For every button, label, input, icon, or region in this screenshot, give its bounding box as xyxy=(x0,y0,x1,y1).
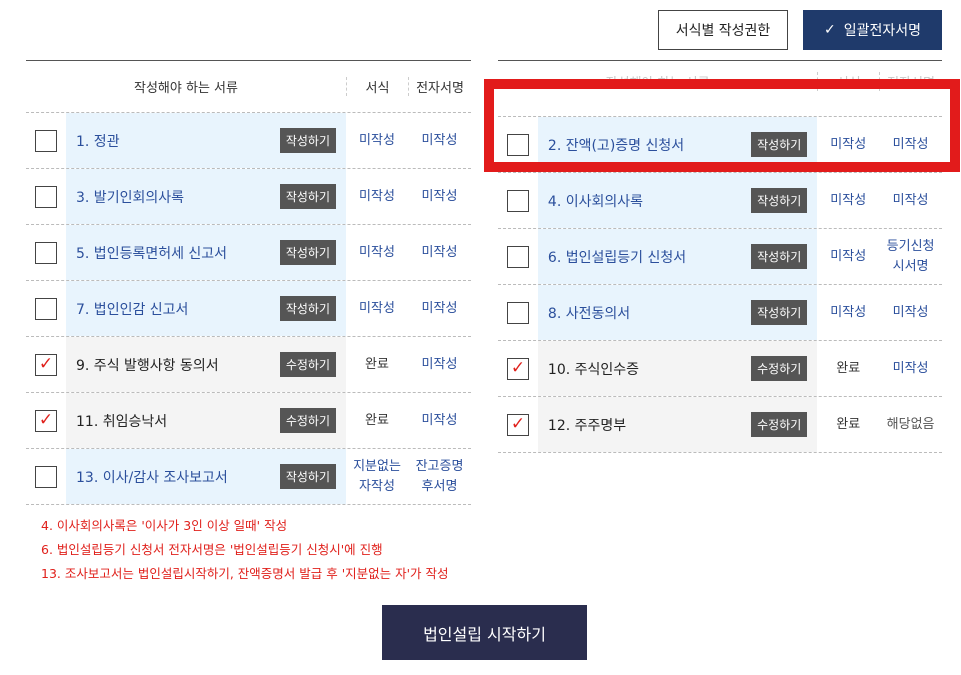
document-title[interactable]: 9. 주식 발행사항 동의서 xyxy=(76,355,219,375)
row-checkbox[interactable] xyxy=(35,465,57,488)
write-button[interactable]: 작성하기 xyxy=(751,188,808,213)
table-row: 6. 법인설립등기 신청서 작성하기 미작성 등기신청 시서명 xyxy=(498,229,942,285)
note-line: 13. 조사보고서는 법인설립시작하기, 잔액증명서 발급 후 '지분없는 자'… xyxy=(41,566,449,581)
write-button[interactable]: 작성하기 xyxy=(279,184,336,209)
edit-button[interactable]: 수정하기 xyxy=(751,356,808,381)
table-row: ✓ 12. 주주명부 수정하기 완료 해당없음 xyxy=(498,397,942,453)
write-button[interactable]: 작성하기 xyxy=(751,300,808,325)
notes: 4. 이사회의사록은 '이사가 3인 이상 일때' 작성 6. 법인설립등기 신… xyxy=(41,514,449,586)
form-status: 완료 xyxy=(365,356,389,372)
table-row: 8. 사전동의서 작성하기 미작성 미작성 xyxy=(498,285,942,341)
header-documents: 작성해야 하는 서류 xyxy=(134,81,238,96)
table-row: 13. 이사/감사 조사보고서 작성하기 지분없는 자작성 잔고증명 후서명 xyxy=(26,449,471,505)
edit-button[interactable]: 수정하기 xyxy=(279,408,336,433)
table-row: 3. 발기인회의사록 작성하기 미작성 미작성 xyxy=(26,169,471,225)
row-checkbox-checked[interactable]: ✓ xyxy=(35,409,57,432)
checkmark-icon: ✓ xyxy=(510,358,526,378)
table-row: 7. 법인인감 신고서 작성하기 미작성 미작성 xyxy=(26,281,471,337)
left-document-table: 작성해야 하는 서류 서식 전자서명 1. 정관 작성하기 미작성 미작성 3.… xyxy=(26,60,471,505)
table-row: ✓ 11. 취임승낙서 수정하기 완료 미작성 xyxy=(26,393,471,449)
sign-status: 미작성 xyxy=(892,192,929,208)
document-title[interactable]: 1. 정관 xyxy=(76,131,120,151)
start-incorporation-button[interactable]: 법인설립 시작하기 xyxy=(382,605,587,660)
document-title[interactable]: 8. 사전동의서 xyxy=(548,303,630,323)
write-button[interactable]: 작성하기 xyxy=(279,240,336,265)
write-button[interactable]: 작성하기 xyxy=(279,296,336,321)
form-status: 미작성 xyxy=(359,300,395,316)
form-status: 완료 xyxy=(836,360,861,376)
table-row: ✓ 9. 주식 발행사항 동의서 수정하기 완료 미작성 xyxy=(26,337,471,393)
sign-status: 미작성 xyxy=(892,360,929,376)
table-row: ✓ 10. 주식인수증 수정하기 완료 미작성 xyxy=(498,341,942,397)
form-status: 미작성 xyxy=(359,132,395,148)
edit-button[interactable]: 수정하기 xyxy=(279,352,336,377)
form-status: 완료 xyxy=(836,416,861,432)
checkmark-icon: ✓ xyxy=(38,354,54,374)
form-permission-button[interactable]: 서식별 작성권한 xyxy=(658,10,788,50)
top-toolbar: 서식별 작성권한 ✓ 일괄전자서명 xyxy=(658,10,942,50)
note-line: 6. 법인설립등기 신청서 전자서명은 '법인설립등기 신청시'에 진행 xyxy=(41,542,383,557)
row-checkbox[interactable] xyxy=(35,241,57,264)
document-title[interactable]: 13. 이사/감사 조사보고서 xyxy=(76,467,228,487)
note-line: 4. 이사회의사록은 '이사가 3인 이상 일때' 작성 xyxy=(41,518,288,533)
bulk-sign-button[interactable]: ✓ 일괄전자서명 xyxy=(803,10,942,50)
row-checkbox-checked[interactable]: ✓ xyxy=(506,413,529,436)
table-header: 작성해야 하는 서류 서식 전자서명 xyxy=(26,61,471,113)
row-checkbox[interactable] xyxy=(506,189,529,212)
sign-status: 미작성 xyxy=(421,132,458,148)
checkmark-icon: ✓ xyxy=(510,414,526,434)
document-title[interactable]: 3. 발기인회의사록 xyxy=(76,187,184,207)
write-button[interactable]: 작성하기 xyxy=(279,128,336,153)
form-status: 지분없는 자작성 xyxy=(353,459,401,494)
form-status: 미작성 xyxy=(830,192,867,208)
highlight-box xyxy=(484,79,960,172)
sign-status: 미작성 xyxy=(421,412,458,428)
row-checkbox[interactable] xyxy=(35,297,57,320)
table-row: 1. 정관 작성하기 미작성 미작성 xyxy=(26,113,471,169)
sign-status: 해당없음 xyxy=(886,416,935,432)
table-row: 4. 이사회의사록 작성하기 미작성 미작성 xyxy=(498,173,942,229)
checkmark-icon: ✓ xyxy=(38,410,54,430)
row-checkbox[interactable] xyxy=(35,129,57,152)
sign-status: 미작성 xyxy=(892,304,929,320)
document-title[interactable]: 12. 주주명부 xyxy=(548,415,626,435)
row-checkbox[interactable] xyxy=(506,301,529,324)
document-title[interactable]: 5. 법인등록면허세 신고서 xyxy=(76,243,227,263)
header-signature: 전자서명 xyxy=(408,77,471,96)
bulk-sign-label: 일괄전자서명 xyxy=(843,23,921,39)
form-status: 완료 xyxy=(365,412,389,428)
row-checkbox-checked[interactable]: ✓ xyxy=(35,353,57,376)
write-button[interactable]: 작성하기 xyxy=(751,244,808,269)
document-title[interactable]: 10. 주식인수증 xyxy=(548,359,639,379)
sign-status: 잔고증명 후서명 xyxy=(415,459,464,494)
form-status: 미작성 xyxy=(830,304,867,320)
row-checkbox-checked[interactable]: ✓ xyxy=(506,357,529,380)
document-title[interactable]: 6. 법인설립등기 신청서 xyxy=(548,247,686,267)
document-title[interactable]: 11. 취임승낙서 xyxy=(76,411,167,431)
document-title[interactable]: 4. 이사회의사록 xyxy=(548,191,643,211)
write-button[interactable]: 작성하기 xyxy=(279,464,336,489)
sign-status: 미작성 xyxy=(421,244,458,260)
header-form: 서식 xyxy=(346,77,408,96)
document-title[interactable]: 7. 법인인감 신고서 xyxy=(76,299,188,319)
form-status: 미작성 xyxy=(830,248,867,264)
sign-status: 등기신청 시서명 xyxy=(886,239,935,274)
check-icon: ✓ xyxy=(823,22,836,38)
form-status: 미작성 xyxy=(359,188,395,204)
sign-status: 미작성 xyxy=(421,188,458,204)
sign-status: 미작성 xyxy=(421,356,458,372)
table-row: 5. 법인등록면허세 신고서 작성하기 미작성 미작성 xyxy=(26,225,471,281)
sign-status: 미작성 xyxy=(421,300,458,316)
row-checkbox[interactable] xyxy=(35,185,57,208)
form-status: 미작성 xyxy=(359,244,395,260)
row-checkbox[interactable] xyxy=(506,245,529,268)
edit-button[interactable]: 수정하기 xyxy=(751,412,808,437)
